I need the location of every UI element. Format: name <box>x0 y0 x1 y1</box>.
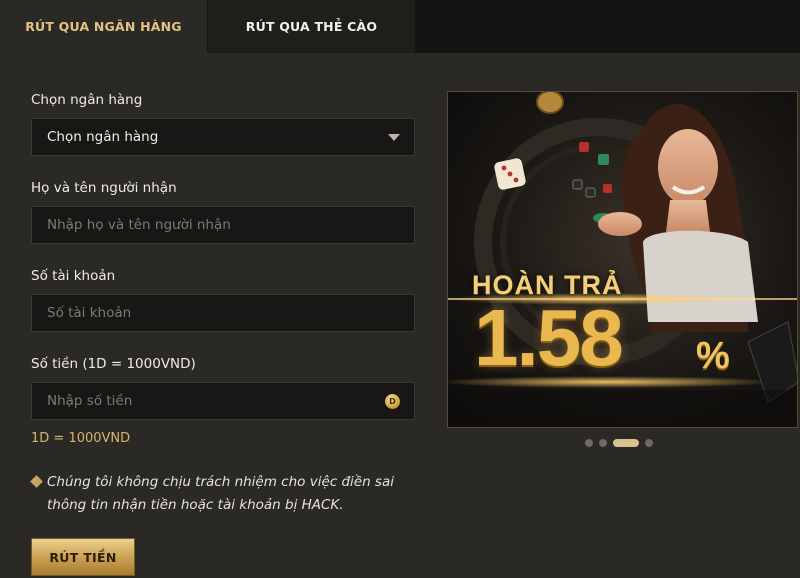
amount-label: Số tiền (1D = 1000VND) <box>31 356 196 372</box>
recipient-field <box>31 206 415 244</box>
bank-select-value: Chọn ngân hàng <box>47 129 159 145</box>
rate-note: 1D = 1000VND <box>31 431 131 446</box>
carousel-dot-active[interactable] <box>613 439 639 447</box>
amount-input[interactable] <box>32 383 414 419</box>
banner-percent: % <box>696 335 730 377</box>
carousel-dot[interactable] <box>599 439 607 447</box>
withdraw-button[interactable]: RÚT TIỀN <box>31 538 135 576</box>
coin-icon: D <box>385 394 400 409</box>
diamond-icon <box>30 475 43 488</box>
bank-select[interactable]: Chọn ngân hàng <box>31 118 415 156</box>
tab-bar: RÚT QUA NGÂN HÀNG RÚT QUA THẺ CÀO <box>0 0 800 53</box>
chevron-down-icon <box>388 133 400 141</box>
recipient-label: Họ và tên người nhận <box>31 180 177 196</box>
tab-bank-withdrawal[interactable]: RÚT QUA NGÂN HÀNG <box>0 0 207 53</box>
carousel-pagination <box>585 438 653 448</box>
promo-banner[interactable]: HOÀN TRẢ 1.58 % <box>447 91 798 428</box>
account-label: Số tài khoản <box>31 268 116 284</box>
carousel-dot[interactable] <box>585 439 593 447</box>
account-input[interactable] <box>32 295 414 331</box>
bank-label: Chọn ngân hàng <box>31 92 143 108</box>
amount-field: D <box>31 382 415 420</box>
account-field <box>31 294 415 332</box>
tab-card-withdrawal[interactable]: RÚT QUA THẺ CÀO <box>208 0 415 53</box>
disclaimer-text: Chúng tôi không chịu trách nhiệm cho việ… <box>47 474 394 513</box>
carousel-dot[interactable] <box>645 439 653 447</box>
recipient-input[interactable] <box>32 207 414 243</box>
banner-cashback-number: 1.58 <box>474 293 624 382</box>
